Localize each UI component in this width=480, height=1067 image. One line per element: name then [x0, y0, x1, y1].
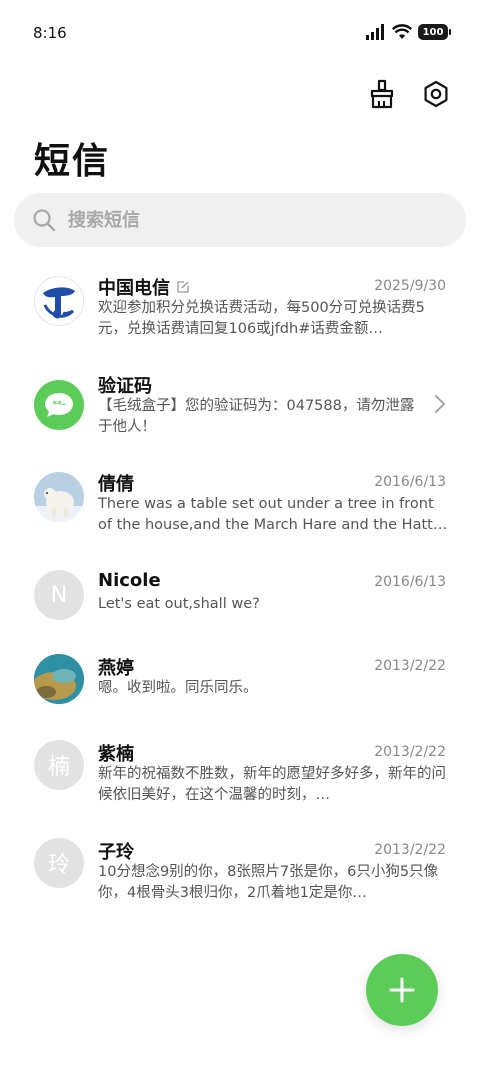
- conversation-name: 验证码: [98, 376, 152, 397]
- edit-note-icon: [177, 281, 189, 293]
- search-bar[interactable]: [14, 193, 466, 247]
- conversation-date: 2013/2/22: [374, 744, 446, 760]
- conversation-date: 2013/2/22: [374, 658, 446, 674]
- conversation-preview: Let's eat out,shall we?: [98, 596, 260, 612]
- conversation-item[interactable]: 玲 子玲 2013/2/22 10分想念9别的你，8张照片7张是你，6只小狗5只…: [0, 838, 480, 918]
- conversation-item[interactable]: **- 验证码 【毛绒盒子】您的验证码为：047588，请勿泄露于他人！: [0, 372, 480, 462]
- avatar: [34, 276, 84, 326]
- conversation-date: 2013/2/22: [374, 842, 446, 858]
- avatar: 楠: [34, 740, 84, 790]
- settings-button[interactable]: [420, 78, 452, 110]
- conversation-preview: 嗯。收到啦。同乐同乐。: [98, 680, 258, 696]
- battery-indicator: 100: [418, 24, 451, 40]
- avatar: [34, 654, 84, 704]
- status-icons: 100: [366, 24, 451, 40]
- avatar: N: [34, 570, 84, 620]
- conversation-date: 2025/9/30: [374, 278, 446, 294]
- conversation-item[interactable]: 燕婷 2013/2/22 嗯。收到啦。同乐同乐。: [0, 654, 480, 724]
- conversation-name: Nicole: [98, 570, 161, 591]
- polar-bear-photo: [34, 472, 84, 522]
- clean-button[interactable]: [366, 78, 398, 110]
- conversation-date: 2016/6/13: [374, 574, 446, 590]
- conversation-name: 燕婷: [98, 658, 134, 679]
- status-time: 8:16: [33, 24, 67, 42]
- china-telecom-logo-icon: [43, 287, 75, 319]
- signal-icon: [366, 24, 384, 40]
- broom-icon: [370, 79, 394, 109]
- page-title: 短信: [34, 141, 111, 182]
- message-bubble-icon: **-: [45, 393, 73, 417]
- conversation-date: 2016/6/13: [374, 474, 446, 490]
- conversation-name: 中国电信: [98, 274, 190, 300]
- search-input[interactable]: [68, 209, 428, 231]
- svg-text:**-: **-: [52, 400, 65, 410]
- conversation-item[interactable]: 倩倩 2016/6/13 There was a table set out u…: [0, 470, 480, 556]
- conversation-item[interactable]: N Nicole 2016/6/13 Let's eat out,shall w…: [0, 570, 480, 640]
- gear-icon: [424, 80, 448, 108]
- landscape-photo: [34, 654, 84, 704]
- avatar: **-: [34, 380, 84, 430]
- conversation-preview: 10分想念9别的你，8张照片7张是你，6只小狗5只像你，4根骨头3根归你，2爪着…: [98, 864, 439, 901]
- conversation-item[interactable]: 楠 紫楠 2013/2/22 新年的祝福数不胜数，新年的愿望好多好多，新年的问候…: [0, 740, 480, 820]
- conversation-preview: 【毛绒盒子】您的验证码为：047588，请勿泄露于他人！: [98, 398, 415, 435]
- conversation-preview: There was a table set out under a tree i…: [98, 496, 448, 533]
- conversation-name: 子玲: [98, 842, 134, 863]
- status-bar: 8:16 100: [0, 0, 480, 68]
- avatar: 玲: [34, 838, 84, 888]
- wifi-icon: [392, 24, 412, 39]
- top-toolbar: [366, 78, 452, 110]
- plus-icon: [389, 977, 415, 1003]
- avatar: [34, 472, 84, 522]
- search-icon: [33, 209, 56, 232]
- conversation-preview: 欢迎参加积分兑换话费活动，每500分可兑换话费5元，兑换话费请回复106或jfd…: [98, 300, 425, 337]
- conversation-item[interactable]: 中国电信 2025/9/30 欢迎参加积分兑换话费活动，每500分可兑换话费5元…: [0, 274, 480, 362]
- new-message-button[interactable]: [366, 954, 438, 1026]
- conversation-name: 紫楠: [98, 744, 134, 765]
- conversation-preview: 新年的祝福数不胜数，新年的愿望好多好多，新年的问候依旧美好，在这个温馨的时刻，…: [98, 766, 446, 803]
- conversation-name: 倩倩: [98, 474, 134, 495]
- chevron-right-icon[interactable]: [434, 394, 446, 414]
